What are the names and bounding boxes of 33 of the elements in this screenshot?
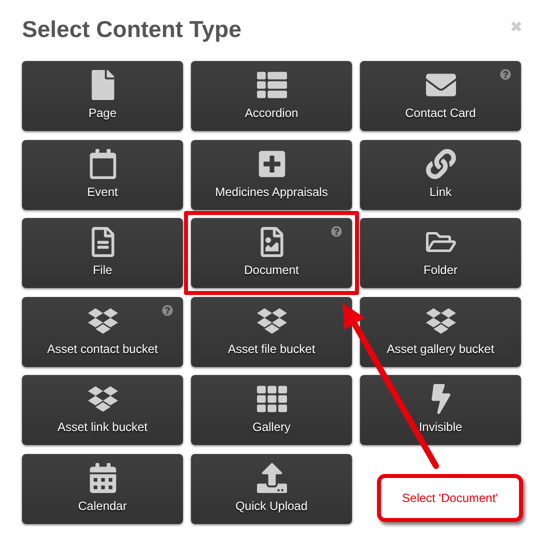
content-type-button[interactable]: Accordion bbox=[191, 61, 352, 131]
boxes-icon bbox=[426, 306, 456, 336]
content-type-button[interactable]: Gallery bbox=[191, 375, 352, 445]
help-icon[interactable] bbox=[331, 226, 342, 237]
link-icon bbox=[426, 148, 456, 178]
content-type-button[interactable]: Link bbox=[360, 140, 521, 210]
help-icon[interactable] bbox=[500, 69, 511, 80]
content-type-button[interactable]: Asset contact bucket bbox=[22, 296, 183, 366]
content-type-button[interactable]: Asset file bucket bbox=[191, 296, 352, 366]
callout-note: Select 'Document' bbox=[377, 474, 523, 522]
calendar-icon bbox=[88, 148, 118, 178]
content-type-button[interactable]: Asset link bucket bbox=[22, 375, 183, 445]
upload-icon bbox=[256, 462, 286, 492]
content-type-button[interactable]: File bbox=[22, 218, 183, 288]
help-icon[interactable] bbox=[162, 304, 173, 316]
plus-icon bbox=[256, 148, 286, 178]
boxes-icon bbox=[256, 306, 286, 336]
grid-icon bbox=[256, 384, 286, 414]
boxes-icon bbox=[88, 384, 118, 414]
content-type-button[interactable]: Quick Upload bbox=[191, 454, 352, 524]
content-type-button[interactable]: Asset gallery bucket bbox=[360, 296, 521, 366]
dialog-title: Select Content Type bbox=[22, 16, 242, 43]
content-type-button[interactable]: Calendar bbox=[22, 454, 183, 524]
content-type-button[interactable]: Contact Card bbox=[360, 61, 521, 131]
content-type-button[interactable]: Invisible bbox=[360, 375, 521, 445]
content-type-button[interactable]: Event bbox=[22, 140, 183, 210]
content-type-button[interactable]: Folder bbox=[360, 218, 521, 288]
content-type-button[interactable]: Document bbox=[191, 218, 352, 288]
content-type-button[interactable]: Medicines Appraisals bbox=[191, 140, 352, 210]
calendar-icon bbox=[88, 462, 118, 492]
list-icon bbox=[256, 70, 286, 100]
content-type-button[interactable]: Page bbox=[22, 61, 183, 131]
boxes-icon bbox=[88, 306, 118, 336]
